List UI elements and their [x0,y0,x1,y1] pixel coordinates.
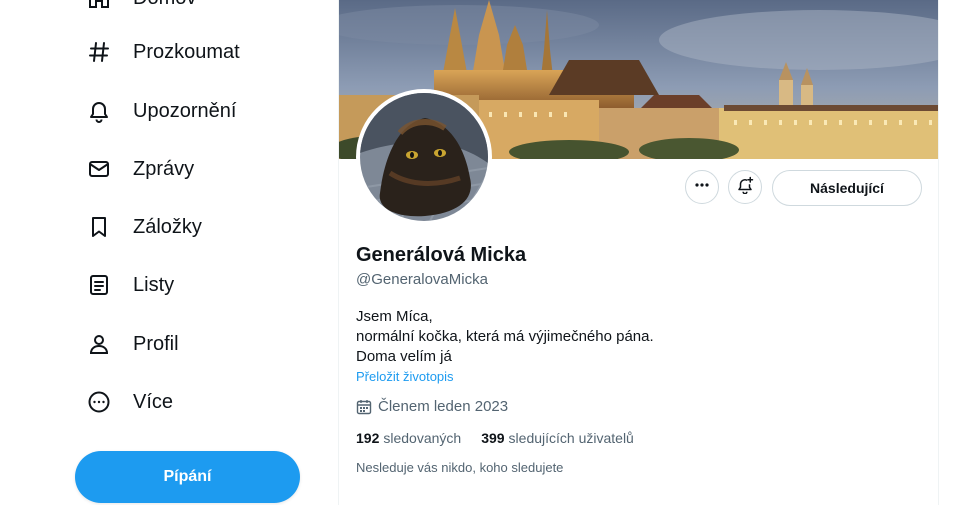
post-button[interactable]: Pípání [75,451,300,503]
profile-handle: @GeneralovaMicka [356,271,488,288]
translate-bio-link[interactable]: Přeložit životopis [356,369,454,384]
sidebar-item-label: Domov [133,0,196,10]
calendar-icon [356,399,372,414]
followers-link[interactable]: 399 sledujících uživatelů [481,430,634,446]
list-icon [86,272,112,298]
following-link[interactable]: 192 sledovaných [356,430,461,446]
person-icon [86,331,112,357]
following-label: sledovaných [383,430,462,446]
sidebar-item-label: Prozkoumat [133,40,240,63]
sidebar-item-label: Upozornění [133,99,237,122]
sidebar-nav: Domov Prozkoumat Upozornění Zprávy Zálož… [0,0,338,505]
sidebar-item-notifications[interactable]: Upozornění [86,91,236,131]
followers-label: sledujících uživatelů [508,430,634,446]
bio-line: Jsem Míca, [356,308,433,325]
sidebar-item-profile[interactable]: Profil [86,324,179,364]
bell-plus-icon [736,176,754,199]
home-icon [86,0,112,11]
followers-count: 399 [481,430,505,446]
follow-stats: 192 sledovaných 399 sledujících uživatelů [356,430,654,446]
bell-icon [86,98,112,124]
sidebar-item-label: Více [133,390,174,413]
more-circle-icon [86,389,112,415]
profile-avatar[interactable] [356,89,492,225]
sidebar-item-more[interactable]: Více [86,382,173,422]
bio-line: Doma velím já [356,348,452,365]
profile-column: Následující Generálová Micka @Generalova… [338,0,939,505]
ellipsis-icon [694,177,710,198]
bio-line: normální kočka, která má výjimečného pán… [356,328,654,345]
sidebar-item-label: Listy [133,273,175,296]
hashtag-icon [86,39,112,65]
bookmark-icon [86,214,112,240]
sidebar-item-home[interactable]: Domov [86,0,196,18]
joined-date: Členem leden 2023 [356,398,508,415]
following-button[interactable]: Následující [772,170,922,206]
sidebar-item-explore[interactable]: Prozkoumat [86,32,240,72]
sidebar-item-label: Zprávy [133,157,195,180]
sidebar-item-messages[interactable]: Zprávy [86,149,194,189]
followed-by-note: Nesleduje vás nikdo, koho sledujete [356,460,564,475]
joined-date-text: Členem leden 2023 [378,398,509,415]
notify-button[interactable] [728,170,762,204]
envelope-icon [86,156,112,182]
profile-bio: Jsem Míca, normální kočka, která má výji… [356,307,654,367]
more-actions-button[interactable] [685,170,719,204]
sidebar-item-label: Záložky [133,215,202,238]
following-count: 192 [356,430,380,446]
sidebar-item-bookmarks[interactable]: Záložky [86,207,202,247]
profile-display-name: Generálová Micka [356,244,527,266]
sidebar-item-label: Profil [133,332,179,355]
sidebar-item-lists[interactable]: Listy [86,265,174,305]
